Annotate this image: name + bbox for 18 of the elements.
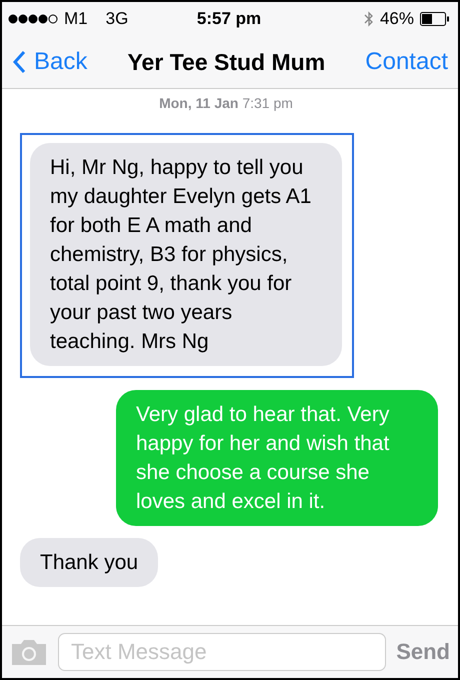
contact-button[interactable]: Contact bbox=[365, 48, 448, 76]
message-input-field[interactable]: Text Message bbox=[58, 633, 386, 671]
carrier-name: M1 bbox=[64, 9, 88, 29]
battery-icon bbox=[420, 12, 450, 26]
send-button[interactable]: Send bbox=[396, 639, 450, 665]
message-bubble[interactable]: Thank you bbox=[20, 538, 158, 587]
message-bubble[interactable]: Hi, Mr Ng, happy to tell you my daughter Evelyn gets A1 for both E A math and chemistry, B3 for physics, total point 9, thank you for your past two years teaching. Mrs Ng bbox=[30, 143, 342, 366]
clock-time: 5:57 pm bbox=[196, 9, 262, 29]
network-type: 3G bbox=[106, 9, 128, 29]
back-button[interactable]: Back bbox=[12, 48, 88, 76]
message-bubble[interactable]: Very glad to hear that. Very happy for her and wish that she choose a course she loves and excel in it. bbox=[116, 390, 438, 526]
conversation-title: Yer Tee Stud Mum bbox=[127, 48, 326, 76]
camera-icon[interactable] bbox=[10, 638, 48, 666]
bluetooth-icon bbox=[364, 11, 374, 27]
message-timestamp: Mon, 11 Jan 7:31 pm bbox=[158, 95, 294, 111]
battery-percent: 46% bbox=[380, 9, 414, 29]
signal-icon bbox=[8, 14, 58, 24]
chevron-left-icon bbox=[12, 50, 26, 74]
